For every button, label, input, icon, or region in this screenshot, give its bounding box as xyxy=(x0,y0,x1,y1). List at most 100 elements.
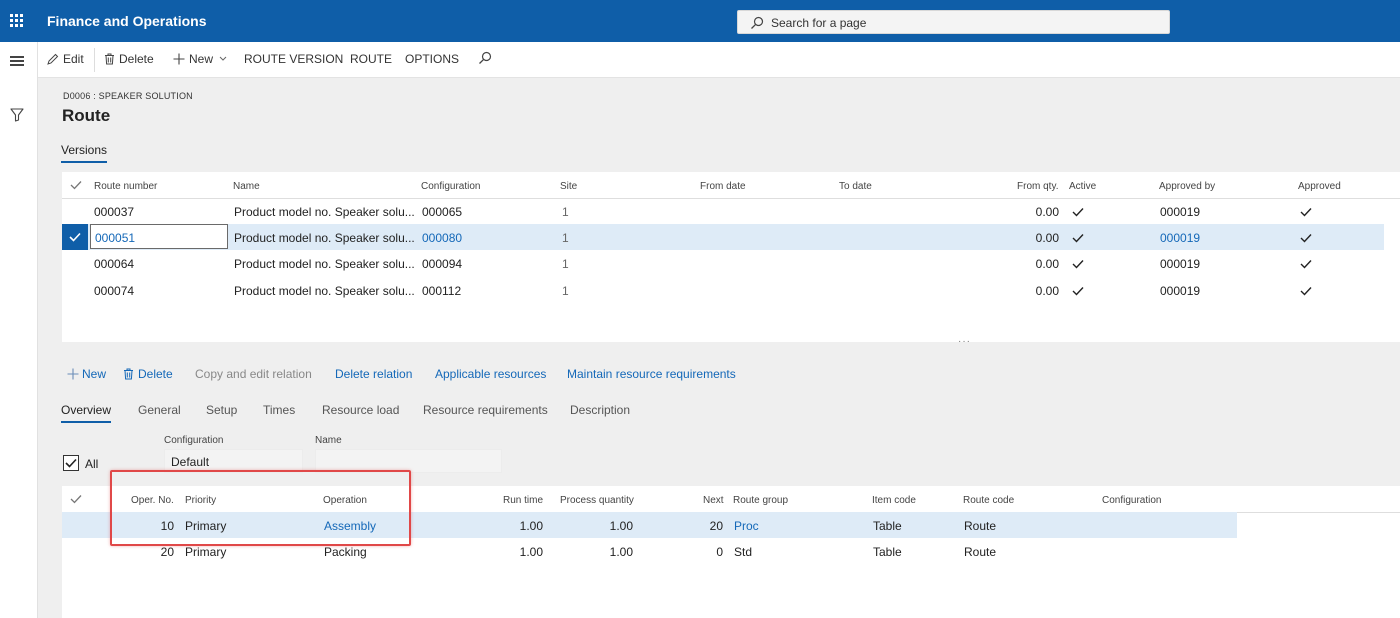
name-cell: Product model no. Speaker solu... xyxy=(234,257,415,271)
name-cell: Product model no. Speaker solu... xyxy=(234,205,415,219)
next-cell: 20 xyxy=(709,519,723,533)
col-next[interactable]: Next xyxy=(703,495,724,506)
search-icon xyxy=(479,51,492,64)
copy-edit-relation-button[interactable]: Copy and edit relation xyxy=(195,367,312,381)
col-name[interactable]: Name xyxy=(233,181,260,192)
configuration-cell: 000065 xyxy=(422,205,463,219)
tab-resource-load[interactable]: Resource load xyxy=(322,403,399,417)
col-item-code[interactable]: Item code xyxy=(872,495,916,506)
col-to-date[interactable]: To date xyxy=(839,181,872,192)
delete-relation-button[interactable]: Delete relation xyxy=(335,367,412,381)
configuration-cell: 000094 xyxy=(422,257,463,271)
check-icon xyxy=(65,458,77,468)
row-select-checkbox[interactable] xyxy=(62,224,88,250)
lines-delete-button[interactable]: Delete xyxy=(123,367,173,381)
name-cell: Product model no. Speaker solu... xyxy=(234,231,415,245)
route-code-cell: Route xyxy=(964,519,997,533)
all-checkbox[interactable] xyxy=(63,455,79,471)
all-label: All xyxy=(85,457,99,471)
action-bar: Edit Delete New ROUTE VERSION ROUTE OPTI… xyxy=(38,42,1400,78)
tab-times[interactable]: Times xyxy=(263,403,295,417)
from-qty-cell: 0.00 xyxy=(1035,257,1059,271)
active-check-icon xyxy=(1072,287,1084,296)
route-number-cell: 000037 xyxy=(94,205,135,219)
approved-check-icon xyxy=(1300,208,1312,217)
col-from-qty[interactable]: From qty. xyxy=(1017,181,1058,192)
active-check-icon xyxy=(1072,260,1084,269)
approved-check-icon xyxy=(1300,260,1312,269)
options-menu[interactable]: OPTIONS xyxy=(405,52,459,66)
name-cell: Product model no. Speaker solu... xyxy=(234,284,415,298)
lines-delete-label: Delete xyxy=(138,367,173,381)
approved-by-cell: 000019 xyxy=(1160,284,1201,298)
pencil-icon xyxy=(47,53,59,65)
run-time-cell: 1.00 xyxy=(519,519,543,533)
find-button[interactable] xyxy=(478,51,496,66)
col-site[interactable]: Site xyxy=(560,181,577,192)
lines-new-button[interactable]: New xyxy=(67,367,106,381)
tab-description[interactable]: Description xyxy=(570,403,630,417)
route-code-cell: Route xyxy=(964,545,997,559)
col-process-quantity[interactable]: Process quantity xyxy=(560,495,634,506)
route-version-menu[interactable]: ROUTE VERSION xyxy=(244,52,343,66)
route-number-cell: 000074 xyxy=(94,284,135,298)
delete-label: Delete xyxy=(119,52,154,66)
tab-setup[interactable]: Setup xyxy=(206,403,237,417)
item-code-cell: Table xyxy=(873,519,902,533)
maintain-resource-requirements-button[interactable]: Maintain resource requirements xyxy=(567,367,736,381)
tab-resource-requirements[interactable]: Resource requirements xyxy=(423,403,548,417)
applicable-resources-button[interactable]: Applicable resources xyxy=(435,367,546,381)
tab-versions[interactable]: Versions xyxy=(61,143,108,163)
approved-by-cell: 000019 xyxy=(1160,205,1201,219)
select-all-check-icon[interactable] xyxy=(70,180,82,190)
process-quantity-cell: 1.00 xyxy=(609,519,633,533)
delete-button[interactable]: Delete xyxy=(104,52,154,66)
col-route-code[interactable]: Route code xyxy=(963,495,1014,506)
splitter-handle[interactable]: ··· xyxy=(958,336,971,347)
search-icon xyxy=(751,16,764,29)
col-approved[interactable]: Approved xyxy=(1298,181,1341,192)
left-nav xyxy=(0,42,38,618)
approved-by-cell[interactable]: 000019 xyxy=(1160,231,1200,245)
tab-overview[interactable]: Overview xyxy=(61,403,112,423)
col-run-time[interactable]: Run time xyxy=(503,495,543,506)
select-all-check-icon[interactable] xyxy=(70,494,82,504)
priority-cell: Primary xyxy=(185,545,227,559)
top-bar: Finance and Operations Search for a page xyxy=(0,0,1400,42)
filter-icon[interactable] xyxy=(10,108,24,122)
col-from-date[interactable]: From date xyxy=(700,181,746,192)
oper-no-cell: 20 xyxy=(160,545,174,559)
edit-button[interactable]: Edit xyxy=(47,52,84,66)
col-route-number[interactable]: Route number xyxy=(94,181,157,192)
route-group-cell[interactable]: Proc xyxy=(734,519,759,533)
trash-icon xyxy=(105,53,114,65)
col-configuration[interactable]: Configuration xyxy=(1102,495,1161,506)
hamburger-menu-icon[interactable] xyxy=(10,56,24,66)
col-active[interactable]: Active xyxy=(1069,181,1096,192)
tab-general[interactable]: General xyxy=(138,403,181,417)
site-cell: 1 xyxy=(562,205,569,219)
app-title: Finance and Operations xyxy=(47,13,207,29)
configuration-cell[interactable]: 000080 xyxy=(422,231,462,245)
approved-check-icon xyxy=(1300,234,1312,243)
col-approved-by[interactable]: Approved by xyxy=(1159,181,1215,192)
site-cell: 1 xyxy=(562,284,569,298)
new-button[interactable]: New xyxy=(173,52,231,66)
edit-label: Edit xyxy=(63,52,84,66)
col-route-group[interactable]: Route group xyxy=(733,495,788,506)
route-number-cell[interactable]: 000051 xyxy=(95,231,135,245)
search-input[interactable]: Search for a page xyxy=(737,10,1170,34)
lines-new-label: New xyxy=(82,367,107,381)
site-cell: 1 xyxy=(562,257,569,271)
app-launcher-icon[interactable] xyxy=(10,14,24,28)
route-group-cell: Std xyxy=(734,545,753,559)
col-configuration[interactable]: Configuration xyxy=(421,181,480,192)
from-qty-cell: 0.00 xyxy=(1035,284,1059,298)
versions-grid: Route number Name Configuration Site Fro… xyxy=(62,172,1400,342)
search-placeholder: Search for a page xyxy=(771,16,867,30)
operation-cell: Packing xyxy=(324,545,367,559)
approved-by-cell: 000019 xyxy=(1160,257,1201,271)
route-menu[interactable]: ROUTE xyxy=(350,52,392,66)
check-icon xyxy=(69,232,81,242)
route-number-cell: 000064 xyxy=(94,257,135,271)
